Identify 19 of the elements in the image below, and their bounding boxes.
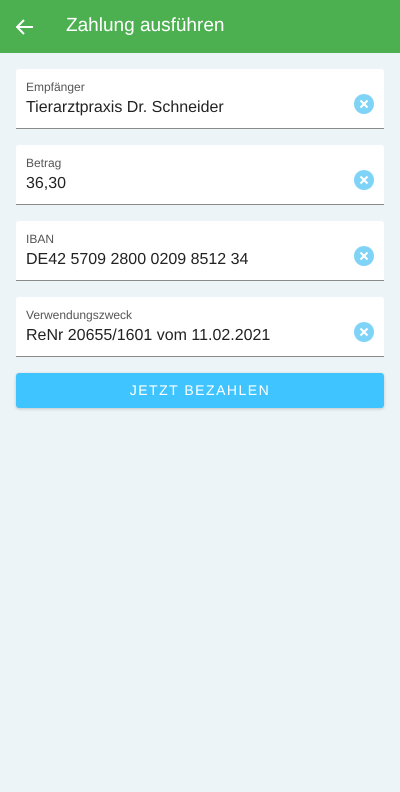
clear-button[interactable]	[354, 170, 374, 190]
text-field[interactable]: Empfänger Tierarztpraxis Dr. Schneider	[16, 69, 384, 129]
text-field[interactable]: Verwendungszweck ReNr 20655/1601 vom 11.02.2021	[16, 297, 384, 357]
screen-title: Zahlung ausführen	[66, 14, 224, 38]
clear-button[interactable]	[354, 322, 374, 342]
input-field[interactable]: 36,30	[26, 173, 346, 195]
text-field[interactable]: IBAN DE42 5709 2800 0209 8512 34	[16, 221, 384, 281]
input-field[interactable]: DE42 5709 2800 0209 8512 34	[26, 249, 346, 271]
back-button[interactable]	[16, 18, 34, 34]
back-arrow-icon	[16, 18, 34, 34]
input-field[interactable]: Tierarztpraxis Dr. Schneider	[26, 97, 346, 119]
field-label: Empfänger	[26, 79, 86, 95]
field-label: Verwendungszweck	[26, 307, 134, 323]
field-label: Betrag	[26, 155, 62, 171]
field-label: IBAN	[26, 231, 56, 247]
text-field[interactable]: Betrag 36,30	[16, 145, 384, 205]
clear-button[interactable]	[354, 246, 374, 266]
clear-button[interactable]	[354, 94, 374, 114]
input-field[interactable]: ReNr 20655/1601 vom 11.02.2021	[26, 325, 346, 347]
